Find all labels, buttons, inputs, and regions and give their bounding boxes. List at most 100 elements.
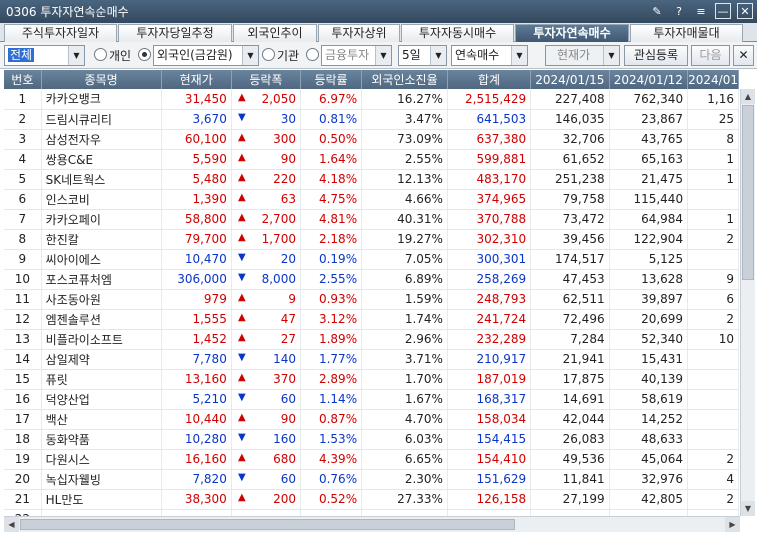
close-icon[interactable]: ✕ (733, 45, 754, 66)
table-row[interactable]: 2 드림시큐리티 3,670 ▼ 30 0.81% 3.47% 641,503 146,035 2… (4, 109, 739, 130)
table-row[interactable]: 13 비플라이소프트 1,452 ▲ 27 1.89% 2.96% 232,289 7,284 5… (4, 329, 739, 350)
col-header-name[interactable]: 종목명 (41, 70, 162, 89)
stock-name[interactable]: 엠젠솔루션 (41, 309, 162, 330)
change-cell: ▼ 30 (231, 109, 301, 130)
chevron-down-icon: ▼ (242, 46, 258, 65)
col-header-price[interactable]: 현재가 (161, 70, 232, 89)
table-row[interactable]: 5 SK네트웍스 5,480 ▲ 220 4.18% 12.13% 483,170 251,23… (4, 169, 739, 190)
minimize-icon[interactable]: — (715, 3, 731, 19)
scroll-up-icon[interactable]: ▲ (741, 89, 755, 104)
period-select[interactable]: 5일 ▼ (398, 45, 447, 66)
change-rate: 2.18% (300, 229, 363, 250)
stock-name[interactable]: 다원시스 (41, 449, 162, 470)
current-price: 1,390 (161, 189, 232, 210)
tab-investor-estimate[interactable]: 투자자당일추정 (118, 24, 232, 42)
table-row[interactable]: 9 씨아이에스 10,470 ▼ 20 0.19% 7.05% 300,301 174,517 5… (4, 249, 739, 270)
date2-value: 20,699 (609, 309, 689, 330)
foreign-exhaustion: 12.13% (361, 169, 448, 190)
radio-foreign[interactable] (138, 48, 151, 61)
change-rate: 4.18% (300, 169, 363, 190)
stock-name[interactable]: 씨아이에스 (41, 249, 162, 270)
table-row[interactable]: 19 다원시스 16,160 ▲ 680 4.39% 6.65% 154,410 49,536 4… (4, 449, 739, 470)
stock-name[interactable]: 포스코퓨처엠 (41, 269, 162, 290)
close-icon[interactable]: ✕ (737, 3, 753, 19)
stock-name[interactable]: 삼성전자우 (41, 129, 162, 150)
table-row[interactable]: 18 동화약품 10,280 ▼ 160 1.53% 6.03% 154,415 26,083 4… (4, 429, 739, 450)
table-row[interactable]: 14 삼일제약 7,780 ▼ 140 1.77% 3.71% 210,917 21,941 15… (4, 349, 739, 370)
date3-value: 6 (687, 289, 739, 310)
table-row[interactable]: 17 백산 10,440 ▲ 90 0.87% 4.70% 158,034 42,044 14,2… (4, 409, 739, 430)
table-row[interactable]: 16 덕양산업 5,210 ▼ 60 1.14% 1.67% 168,317 14,691 58,… (4, 389, 739, 410)
stock-name[interactable]: HL만도 (41, 489, 162, 510)
tab-investor-consecutive[interactable]: 투자자연속매수 (515, 24, 629, 42)
date1-value: 14,691 (530, 389, 610, 410)
stock-name[interactable]: 쌍용C&E (41, 149, 162, 170)
foreign-type-select[interactable]: 외국인(금감원) ▼ (153, 45, 259, 66)
col-header-date2[interactable]: 2024/01/12 (609, 70, 689, 89)
stock-name[interactable]: 백산 (41, 409, 162, 430)
price-option-select[interactable]: 현재가 ▼ (545, 45, 620, 66)
triangle-up-icon: ▲ (237, 152, 246, 163)
stock-name[interactable]: 퓨릿 (41, 369, 162, 390)
scroll-right-icon[interactable]: ▶ (725, 517, 740, 532)
mode-select[interactable]: 연속매수 ▼ (451, 45, 528, 66)
radio-institution[interactable] (262, 48, 275, 61)
tab-investor-simultaneous[interactable]: 투자자동시매수 (401, 24, 514, 42)
current-price: 10,440 (161, 409, 232, 430)
tab-foreign-trend[interactable]: 외국인추이 (233, 24, 317, 42)
col-header-no[interactable]: 번호 (4, 70, 42, 89)
stock-name[interactable]: 드림시큐리티 (41, 109, 162, 130)
scroll-thumb[interactable] (742, 105, 754, 280)
stock-name[interactable]: 녹십자웰빙 (41, 469, 162, 490)
table-row[interactable]: 6 인스코비 1,390 ▲ 63 4.75% 4.66% 374,965 79,758 115,… (4, 189, 739, 210)
tab-investor-daily[interactable]: 주식투자자일자 (4, 24, 117, 42)
radio-individual[interactable] (94, 48, 107, 61)
table-row[interactable]: 21 HL만도 38,300 ▲ 200 0.52% 27.33% 126,158 27,199… (4, 489, 739, 510)
scroll-down-icon[interactable]: ▼ (741, 501, 755, 516)
tab-investor-volume[interactable]: 투자자매물대 (630, 24, 743, 42)
pin-icon[interactable]: ✎ (649, 3, 665, 19)
next-button[interactable]: 다음 (691, 45, 730, 66)
col-header-change[interactable]: 등락폭 (231, 70, 301, 89)
col-header-exhaustion[interactable]: 외국인소진율 (361, 70, 448, 89)
stock-name[interactable]: 사조동아원 (41, 289, 162, 310)
vertical-scrollbar[interactable]: ▲ ▼ (740, 89, 755, 516)
stock-name[interactable]: 덕양산업 (41, 389, 162, 410)
stock-name[interactable]: 비플라이소프트 (41, 329, 162, 350)
table-row[interactable]: 3 삼성전자우 60,100 ▲ 300 0.50% 73.09% 637,380 32,706… (4, 129, 739, 150)
stock-name[interactable]: 인스코비 (41, 189, 162, 210)
table-row[interactable]: 8 한진칼 79,700 ▲ 1,700 2.18% 19.27% 302,310 39,456… (4, 229, 739, 250)
change-value: 140 (273, 352, 296, 366)
scroll-thumb[interactable] (20, 519, 515, 530)
table-row[interactable]: 4 쌍용C&E 5,590 ▲ 90 1.64% 2.55% 599,881 61,652 65,… (4, 149, 739, 170)
table-row[interactable]: 10 포스코퓨처엠 306,000 ▼ 8,000 2.55% 6.89% 258,269 47… (4, 269, 739, 290)
change-cell: ▼ 140 (231, 349, 301, 370)
triangle-down-icon: ▼ (237, 272, 246, 283)
col-header-rate[interactable]: 등락률 (300, 70, 363, 89)
scroll-left-icon[interactable]: ◀ (4, 517, 19, 532)
tab-investor-top[interactable]: 투자자상위 (318, 24, 400, 42)
table-row[interactable]: 12 엠젠솔루션 1,555 ▲ 47 3.12% 1.74% 241,724 72,496 20… (4, 309, 739, 330)
help-icon[interactable]: ? (671, 3, 687, 19)
stock-name[interactable]: 한진칼 (41, 229, 162, 250)
stock-name[interactable]: 카카오페이 (41, 209, 162, 230)
col-header-date1[interactable]: 2024/01/15 (530, 70, 610, 89)
triangle-down-icon: ▼ (237, 112, 246, 123)
stock-name[interactable]: SK네트웍스 (41, 169, 162, 190)
stock-name[interactable]: 동화약품 (41, 429, 162, 450)
table-row[interactable]: 11 사조동아원 979 ▲ 9 0.93% 1.59% 248,793 62,511 39,89… (4, 289, 739, 310)
table-row[interactable]: 7 카카오페이 58,800 ▲ 2,700 4.81% 40.31% 370,788 73,4… (4, 209, 739, 230)
table-row[interactable]: 20 녹십자웰빙 7,820 ▼ 60 0.76% 2.30% 151,629 11,841 32… (4, 469, 739, 490)
table-row[interactable]: 1 카카오뱅크 31,450 ▲ 2,050 6.97% 16.27% 2,515,429 22… (4, 89, 739, 110)
radio-institution-type[interactable] (306, 48, 319, 61)
menu-icon[interactable]: ≡ (693, 3, 709, 19)
stock-name[interactable]: 삼일제약 (41, 349, 162, 370)
institution-type-select[interactable]: 금융투자 ▼ (321, 45, 392, 66)
stock-name[interactable]: 카카오뱅크 (41, 89, 162, 110)
horizontal-scrollbar[interactable]: ◀ ▶ (4, 516, 740, 532)
col-header-date3[interactable]: 2024/01 (687, 70, 739, 89)
col-header-total[interactable]: 합계 (447, 70, 532, 89)
market-select[interactable]: 전체 ▼ (4, 45, 85, 66)
watchlist-button[interactable]: 관심등록 (624, 45, 688, 66)
table-row[interactable]: 15 퓨릿 13,160 ▲ 370 2.89% 1.70% 187,019 17,875 40,… (4, 369, 739, 390)
